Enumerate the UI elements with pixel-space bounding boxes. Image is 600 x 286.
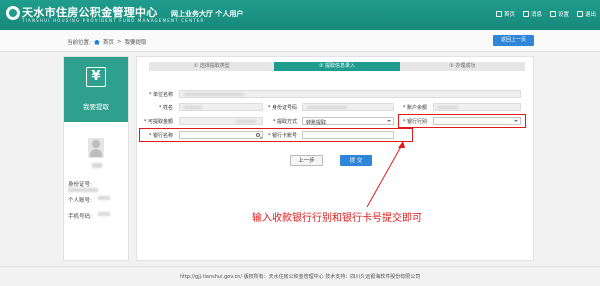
masked-phone xyxy=(98,212,110,216)
mail-icon xyxy=(522,11,529,17)
account-number-label: 个人账号: xyxy=(68,198,92,204)
id-number-label: 身份证号: xyxy=(68,182,92,188)
home-icon xyxy=(93,39,100,45)
site-hall-label: 网上业务大厅 个人用户 xyxy=(171,10,244,18)
breadcrumb-home[interactable]: 首页 xyxy=(103,38,114,46)
nav-messages[interactable]: 消息 xyxy=(522,10,542,18)
yen-icon: ¥ xyxy=(86,67,106,87)
tile-label: 我要提取 xyxy=(83,103,109,111)
breadcrumb: 当前位置: 首页 > 我要提取 xyxy=(67,38,147,46)
nav-home-label: 首页 xyxy=(503,12,515,18)
nav-home[interactable]: 首页 xyxy=(495,10,515,18)
nav-logout[interactable]: 退出 xyxy=(576,10,596,18)
masked-username xyxy=(92,163,102,168)
breadcrumb-prefix: 当前位置: xyxy=(67,40,91,46)
nav-settings-label: 设置 xyxy=(557,12,569,18)
header-bar: 天水市住房公积金管理中心 TIANSHUI HOUSING PROVIDENT … xyxy=(0,0,600,30)
avatar xyxy=(88,138,104,158)
home-icon xyxy=(495,11,502,17)
footer: http://gjj.tianshui.gov.cn/ 版权所有：天水住房公积金… xyxy=(0,266,600,286)
annotation-arrow xyxy=(366,141,405,208)
arrow-head xyxy=(398,141,405,148)
withdraw-tile[interactable]: ¥ 我要提取 xyxy=(64,57,128,122)
logout-icon xyxy=(576,11,583,17)
top-nav: 首页 消息 设置 退出 xyxy=(495,10,596,18)
phone-label: 手机号码: xyxy=(68,214,92,220)
main-panel: ① 选择提取类型 ② 提取信息录入 ③ 办理成功 * 单位名称 * 姓名 * 身… xyxy=(136,56,534,261)
breadcrumb-separator: > xyxy=(116,39,122,45)
breadcrumb-current: 我要提取 xyxy=(124,40,147,46)
back-button[interactable]: 返回上一页 xyxy=(493,35,534,46)
sidebar: ¥ 我要提取 身份证号: 个人账号: 手机号码: xyxy=(63,56,129,261)
gear-icon xyxy=(549,11,556,17)
logo-icon xyxy=(6,6,20,20)
masked-account-number xyxy=(98,196,110,200)
nav-logout-label: 退出 xyxy=(584,12,596,18)
nav-messages-label: 消息 xyxy=(530,12,542,18)
arrow-line xyxy=(366,142,404,208)
masked-id-number xyxy=(68,188,98,192)
nav-settings[interactable]: 设置 xyxy=(549,10,569,18)
